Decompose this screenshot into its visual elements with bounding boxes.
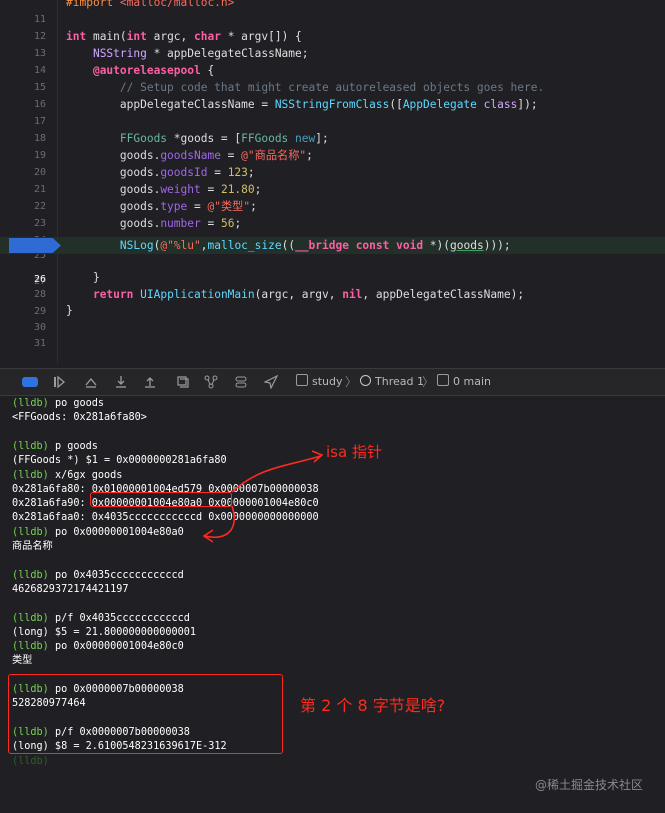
code-line[interactable]: 31	[0, 318, 665, 349]
breakpoint-indicator[interactable]	[9, 238, 61, 253]
frame-icon	[437, 374, 449, 386]
app-icon	[296, 374, 308, 386]
code-line[interactable]: 16 // Setup code that might create autor…	[0, 79, 665, 110]
code-line[interactable]: 30 }	[0, 302, 665, 333]
code-line[interactable]: 22 goods.weight = 21.80;	[0, 181, 665, 212]
memory-graph-icon[interactable]	[204, 375, 218, 389]
location-icon[interactable]	[264, 375, 278, 389]
code-line[interactable]: 12	[0, 11, 665, 42]
step-out-icon[interactable]	[143, 375, 157, 389]
code-line[interactable]: 19 FFGoods *goods = [FFGoods new];	[0, 130, 665, 161]
code-line[interactable]: 29 return UIApplicationMain(argc, argv, …	[0, 286, 665, 317]
code-line[interactable]: 13 int main(int argc, char * argv[]) {	[0, 28, 665, 59]
environment-overrides-icon[interactable]	[234, 375, 248, 389]
debug-bar: study 〉 Thread 1 〉 0 main	[0, 368, 665, 396]
code-line[interactable]: 15 @autoreleasepool {	[0, 62, 665, 93]
debug-console[interactable]: (lldb) po goods <FFGoods: 0x281a6fa80> (ll…	[0, 396, 665, 813]
current-line[interactable]: 26 NSLog(@"%lu",malloc_size((__bridge co…	[0, 237, 665, 285]
code-line[interactable]: 21 goods.goodsId = 123;	[0, 164, 665, 195]
code-line[interactable]: 11 #import <malloc/malloc.h>	[0, 0, 665, 25]
breadcrumb-separator: 〉	[422, 375, 435, 389]
line-number[interactable]: 26	[0, 271, 46, 288]
breadcrumb-frame[interactable]: 0 main	[437, 374, 491, 390]
code-line[interactable]: 20 goods.goodsName = @"商品名称";	[0, 147, 665, 178]
code-line[interactable]: 14 NSString * appDelegateClassName;	[0, 45, 665, 76]
step-over-icon[interactable]	[84, 375, 98, 389]
code-line[interactable]: 28 }	[0, 269, 665, 300]
code-line[interactable]: 18	[0, 113, 665, 144]
question-label: 第 2 个 8 字节是啥?	[300, 696, 446, 715]
isa-arrow-line	[231, 455, 321, 493]
code-line[interactable]: 17 appDelegateClassName = NSStringFromCl…	[0, 96, 665, 127]
watermark: @稀土掘金技术社区	[534, 778, 643, 792]
breadcrumb-app[interactable]: study	[296, 374, 343, 390]
breakpoints-toggle-icon[interactable]	[22, 377, 38, 387]
line-number[interactable]: 31	[0, 335, 46, 352]
breadcrumb-thread[interactable]: Thread 1	[360, 374, 424, 390]
step-into-icon[interactable]	[114, 375, 128, 389]
continue-icon[interactable]	[52, 375, 66, 389]
view-hierarchy-icon[interactable]	[175, 375, 189, 389]
breadcrumb-separator: 〉	[345, 375, 358, 389]
code-editor[interactable]: 11 #import <malloc/malloc.h> 12 13 int m…	[0, 0, 665, 364]
thread-icon	[360, 375, 371, 386]
code-line[interactable]: 23 goods.type = @"类型";	[0, 198, 665, 229]
isa-pointer-label: isa 指针	[326, 443, 382, 461]
